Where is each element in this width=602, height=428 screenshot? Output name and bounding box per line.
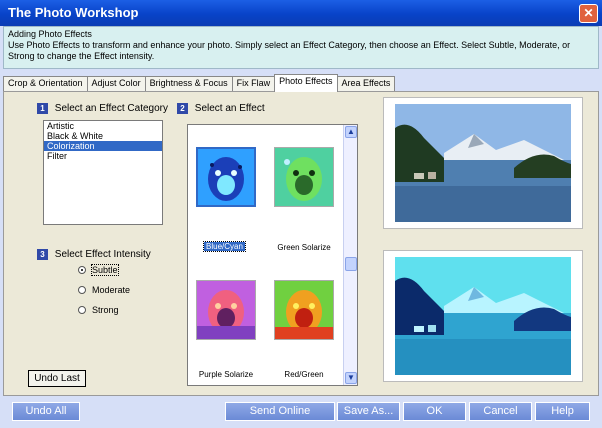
tab-adjust-color[interactable]: Adjust Color: [86, 76, 146, 92]
category-heading: 1 Select an Effect Category: [37, 103, 168, 114]
window-title: The Photo Workshop: [8, 5, 139, 20]
cancel-button[interactable]: Cancel: [469, 402, 532, 421]
cheetah-blue-cyan-image: [198, 149, 254, 205]
category-item-selected[interactable]: Colorization: [44, 141, 162, 151]
radio-dot-selected: [78, 266, 86, 274]
effect-preview: [383, 250, 583, 382]
category-label: Select an Effect Category: [54, 103, 168, 115]
effect-thumb-blue-cyan[interactable]: [196, 147, 256, 207]
tab-area-effects[interactable]: Area Effects: [336, 76, 396, 92]
effect-caption[interactable]: Purple Solarize: [191, 370, 261, 379]
effect-label: Select an Effect: [194, 103, 265, 115]
info-text: Use Photo Effects to transform and enhan…: [8, 40, 571, 61]
undo-last-button[interactable]: Undo Last: [28, 370, 86, 387]
effect-gallery[interactable]: Blue/Cyan Green Solarize Purple Solarize: [187, 124, 358, 386]
intensity-heading: 3 Select Effect Intensity: [37, 249, 151, 260]
original-preview: [383, 97, 583, 229]
tab-brightness-focus[interactable]: Brightness & Focus: [144, 76, 233, 92]
ok-button[interactable]: OK: [403, 402, 466, 421]
cheetah-red-green-image: [275, 281, 333, 339]
step-1-badge: 1: [37, 103, 48, 114]
effect-scrollbar[interactable]: ▲ ▼: [343, 125, 357, 385]
effect-thumb-purple-solarize[interactable]: [196, 280, 256, 340]
intensity-moderate-radio[interactable]: Moderate: [78, 285, 130, 295]
tab-crop-orientation[interactable]: Crop & Orientation: [3, 76, 88, 92]
radio-dot: [78, 286, 86, 294]
step-3-badge: 3: [37, 249, 48, 260]
category-item[interactable]: Artistic: [44, 121, 162, 131]
intensity-subtle-radio[interactable]: Subtle: [78, 264, 119, 276]
bottom-button-bar: Undo All Send Online Save As... OK Cance…: [0, 396, 602, 428]
effect-thumb-green-solarize[interactable]: [274, 147, 334, 207]
radio-dot: [78, 306, 86, 314]
effect-photo: [395, 257, 571, 375]
info-heading: Adding Photo Effects: [8, 29, 92, 39]
send-online-button[interactable]: Send Online: [225, 402, 335, 421]
category-item[interactable]: Filter: [44, 151, 162, 161]
info-panel: Adding Photo Effects Use Photo Effects t…: [3, 26, 599, 69]
intensity-strong-radio[interactable]: Strong: [78, 305, 119, 315]
intensity-label: Select Effect Intensity: [54, 249, 151, 261]
original-photo: [395, 104, 571, 222]
cheetah-purple-solarize-image: [197, 281, 255, 339]
effect-caption[interactable]: Red/Green: [269, 370, 339, 379]
radio-label: Subtle: [91, 264, 119, 276]
effect-heading: 2 Select an Effect: [177, 103, 265, 114]
save-as-button[interactable]: Save As...: [337, 402, 400, 421]
effect-caption-selected[interactable]: Blue/Cyan: [203, 241, 246, 252]
scroll-thumb[interactable]: [345, 257, 357, 271]
category-item[interactable]: Black & White: [44, 131, 162, 141]
undo-all-button[interactable]: Undo All: [12, 402, 80, 421]
tab-strip: Crop & Orientation Adjust Color Brightne…: [3, 74, 396, 92]
scroll-up-icon[interactable]: ▲: [345, 126, 357, 138]
scroll-down-icon[interactable]: ▼: [345, 372, 357, 384]
step-2-badge: 2: [177, 103, 188, 114]
tab-fix-flaw[interactable]: Fix Flaw: [231, 76, 276, 92]
close-button[interactable]: ✕: [579, 4, 598, 23]
effect-thumb-red-green[interactable]: [274, 280, 334, 340]
effect-caption[interactable]: Green Solarize: [269, 243, 339, 252]
title-bar: The Photo Workshop ✕: [0, 0, 602, 26]
radio-label: Strong: [92, 305, 119, 315]
help-button[interactable]: Help: [535, 402, 590, 421]
category-listbox[interactable]: Artistic Black & White Colorization Filt…: [43, 120, 163, 225]
radio-label: Moderate: [92, 285, 131, 295]
tab-photo-effects[interactable]: Photo Effects: [274, 74, 338, 92]
cheetah-green-solarize-image: [275, 148, 333, 206]
